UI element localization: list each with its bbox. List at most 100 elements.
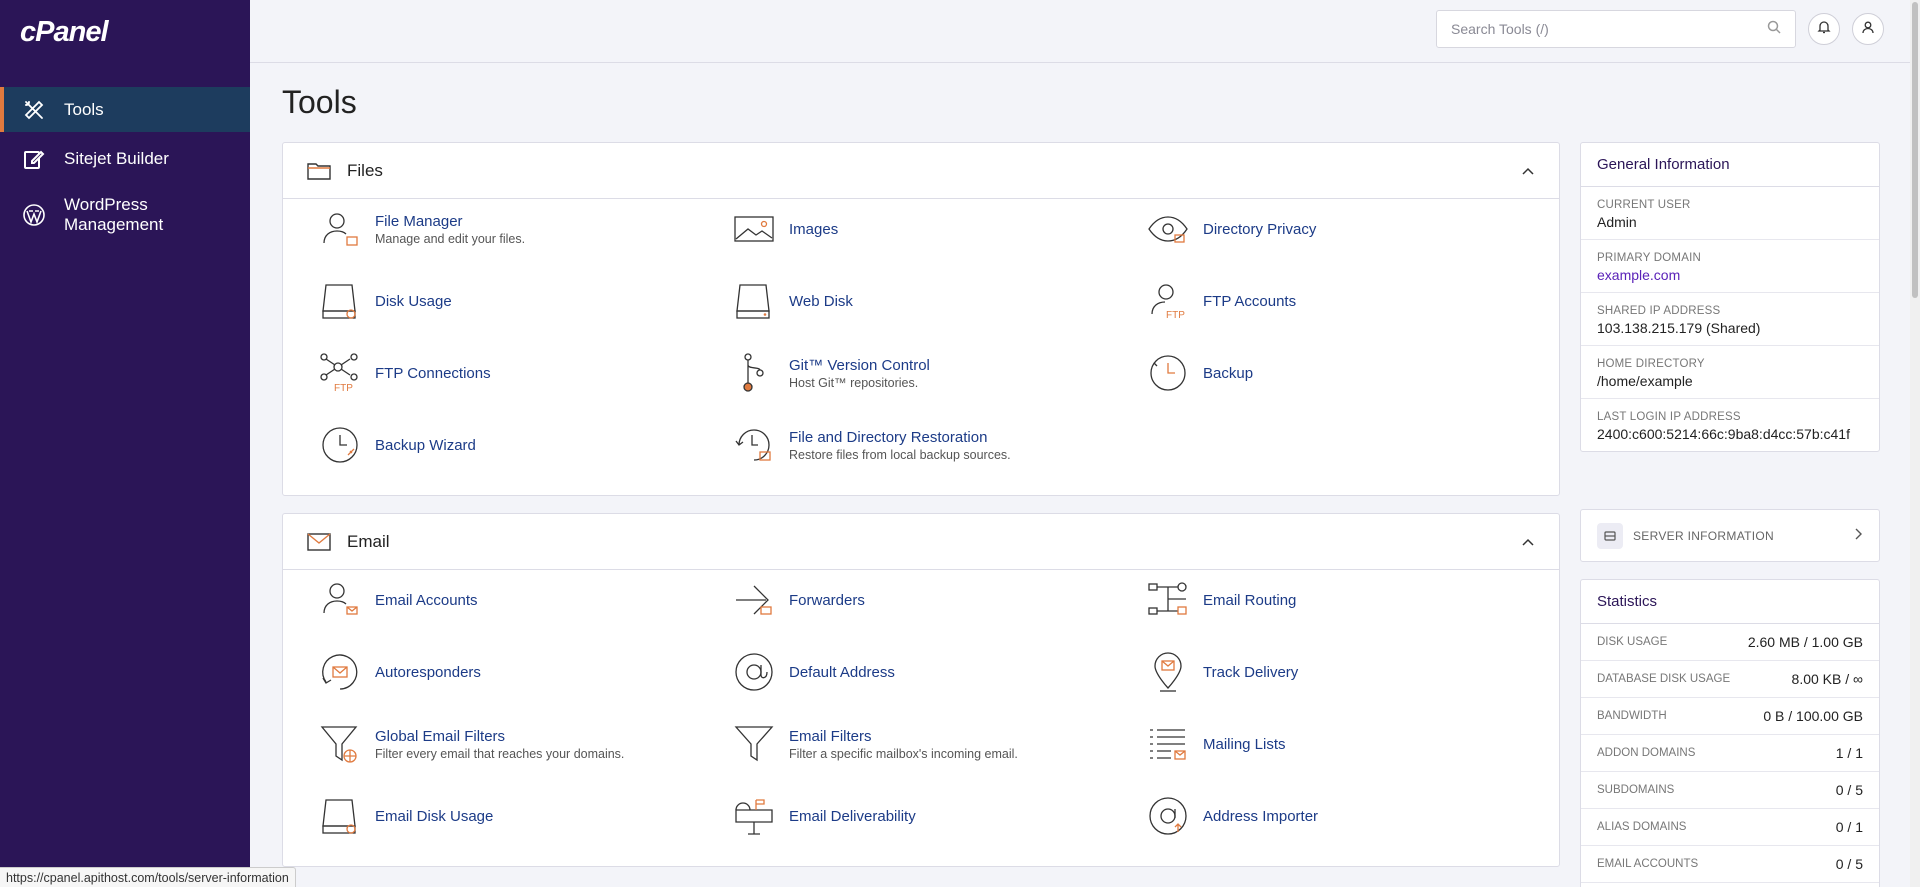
envelope-icon <box>307 531 333 553</box>
tool-email-routing[interactable]: Email Routing <box>1147 570 1547 630</box>
stat-row-addon-domains: Addon Domains 1 / 1 <box>1581 735 1879 772</box>
tool-global-email-filters[interactable]: Global Email Filters Filter every email t… <box>319 714 719 774</box>
tool-default-address[interactable]: Default Address <box>733 642 1133 702</box>
tool-name: File Manager <box>375 212 463 230</box>
tool-description: Filter a specific mailbox's incoming ema… <box>789 746 1018 761</box>
sidebar-item-label: WordPress Management <box>64 195 164 234</box>
web-disk-icon <box>733 280 775 322</box>
info-row-primary-domain: Primary Domain example.com <box>1581 240 1879 293</box>
tool-name: Default Address <box>789 663 895 681</box>
svg-text:FTP: FTP <box>1166 310 1185 321</box>
disk-icon <box>319 795 361 837</box>
edit-icon <box>22 147 46 171</box>
stat-label: Addon Domains <box>1597 747 1696 759</box>
info-row-shared-ip: Shared IP Address 103.138.215.179 (Share… <box>1581 293 1879 346</box>
tool-backup[interactable]: Backup <box>1147 343 1547 403</box>
server-information-button[interactable]: SERVER INFORMATION <box>1580 509 1880 562</box>
primary-domain-link[interactable]: example.com <box>1597 267 1863 283</box>
statistics-title: Statistics <box>1581 580 1879 624</box>
tool-email-disk-usage[interactable]: Email Disk Usage <box>319 786 719 846</box>
sidebar-item-tools[interactable]: Tools <box>0 87 250 132</box>
tool-backup-wizard[interactable]: Backup Wizard <box>319 415 719 475</box>
filter-icon <box>733 723 775 765</box>
tool-name: Git™ Version Control <box>789 356 930 374</box>
chevron-up-icon[interactable] <box>1521 535 1535 549</box>
tool-name: Backup Wizard <box>375 436 476 454</box>
notifications-button[interactable] <box>1808 13 1840 45</box>
server-icon <box>1597 522 1623 549</box>
sidebar-item-sitejet[interactable]: Sitejet Builder <box>0 132 250 186</box>
list-icon <box>1147 723 1189 765</box>
stat-row-bandwidth: Bandwidth 0 B / 100.00 GB <box>1581 698 1879 735</box>
tool-name: Global Email Filters <box>375 727 506 745</box>
info-value: 103.138.215.179 (Shared) <box>1597 320 1761 336</box>
tool-name: Email Disk Usage <box>375 807 494 825</box>
tool-web-disk[interactable]: Web Disk <box>733 271 1133 331</box>
tool-name: Track Delivery <box>1203 663 1299 681</box>
tool-images[interactable]: Images <box>733 199 1133 259</box>
stat-label: Disk Usage <box>1597 636 1668 648</box>
sidebar-item-wordpress[interactable]: WordPress Management <box>0 186 250 244</box>
tool-git-version-control[interactable]: Git™ Version Control Host Git™ repositori… <box>733 343 1133 403</box>
search-input[interactable] <box>1451 21 1767 37</box>
general-information-panel: General Information Current User Admin P… <box>1580 142 1880 452</box>
tool-name: Email Accounts <box>375 591 478 609</box>
tool-name: Backup <box>1203 364 1254 382</box>
stat-label: Email Accounts <box>1597 858 1699 870</box>
info-label: Current User <box>1597 199 1691 211</box>
info-label: Shared IP Address <box>1597 305 1721 317</box>
git-branch-icon <box>733 352 775 394</box>
disk-icon <box>319 280 361 322</box>
ftp-user-icon: FTP <box>1147 280 1189 322</box>
chevron-up-icon[interactable] <box>1521 164 1535 178</box>
routing-icon <box>1147 579 1189 621</box>
files-panel-header[interactable]: Files <box>283 143 1559 199</box>
tool-name: FTP Accounts <box>1203 292 1297 310</box>
global-filter-icon <box>319 723 361 765</box>
tool-forwarders[interactable]: Forwarders <box>733 570 1133 630</box>
network-icon: FTP <box>319 352 361 394</box>
stat-value: 1 / 1 <box>1835 745 1863 761</box>
tool-autoresponders[interactable]: Autoresponders <box>319 642 719 702</box>
info-row-home-directory: Home Directory /home/example <box>1581 346 1879 399</box>
stat-value: 2.60 MB / 1.00 GB <box>1747 634 1863 650</box>
info-label: Primary Domain <box>1597 252 1701 264</box>
location-pin-icon <box>1147 651 1189 693</box>
tool-mailing-lists[interactable]: Mailing Lists <box>1147 714 1547 774</box>
stat-label: Subdomains <box>1597 784 1675 796</box>
email-panel-header[interactable]: Email <box>283 514 1559 570</box>
info-label: Home Directory <box>1597 358 1705 370</box>
email-panel: Email Email Accounts Forwarders Email Ro… <box>282 513 1560 867</box>
folder-icon <box>307 160 333 182</box>
wordpress-icon <box>22 203 46 227</box>
tool-file-manager[interactable]: File Manager Manage and edit your files. <box>319 199 719 259</box>
cpanel-logo[interactable]: cPanel <box>0 0 250 64</box>
tool-disk-usage[interactable]: Disk Usage <box>319 271 719 331</box>
tool-name: Images <box>789 220 839 238</box>
search-box[interactable] <box>1436 10 1796 48</box>
statistics-panel: Statistics Disk Usage 2.60 MB / 1.00 GB D… <box>1580 579 1880 887</box>
tool-address-importer[interactable]: Address Importer <box>1147 786 1547 846</box>
page-scrollbar[interactable] <box>1910 0 1920 887</box>
stat-value: 0 / 5 <box>1835 856 1863 872</box>
tool-name: File and Directory Restoration <box>789 428 988 446</box>
files-panel: Files File Manager Manage and edit your f… <box>282 142 1560 496</box>
svg-text:FTP: FTP <box>334 383 353 393</box>
tool-name: Autoresponders <box>375 663 481 681</box>
scrollbar-thumb[interactable] <box>1912 2 1918 298</box>
images-icon <box>733 208 775 250</box>
tool-directory-privacy[interactable]: Directory Privacy <box>1147 199 1547 259</box>
tool-name: Directory Privacy <box>1203 220 1317 238</box>
tool-ftp-connections[interactable]: FTP FTP Connections <box>319 343 719 403</box>
info-value: 2400:c600:5214:66c:9ba8:d4cc:57b:c41f <box>1597 426 1850 442</box>
user-menu-button[interactable] <box>1852 13 1884 45</box>
tool-ftp-accounts[interactable]: FTP FTP Accounts <box>1147 271 1547 331</box>
tool-email-deliverability[interactable]: Email Deliverability <box>733 786 1133 846</box>
eye-icon <box>1147 208 1189 250</box>
tool-email-filters[interactable]: Email Filters Filter a specific mailbox's… <box>733 714 1133 774</box>
top-bar <box>250 0 1920 63</box>
tool-track-delivery[interactable]: Track Delivery <box>1147 642 1547 702</box>
tool-file-directory-restoration[interactable]: File and Directory Restoration Restore fi… <box>733 415 1133 475</box>
tool-email-accounts[interactable]: Email Accounts <box>319 570 719 630</box>
backup-clock-icon <box>1147 352 1189 394</box>
